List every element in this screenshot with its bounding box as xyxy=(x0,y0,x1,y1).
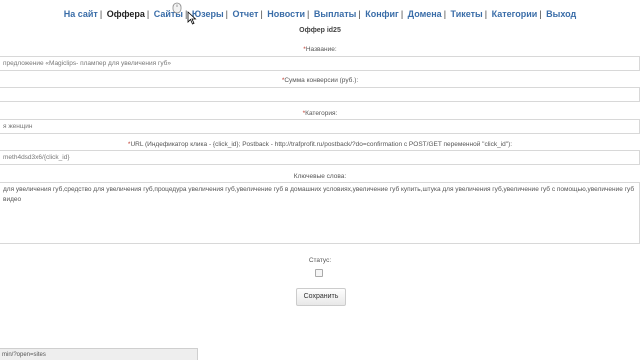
nav-link-offers[interactable]: Оффера xyxy=(107,9,145,19)
nav-separator: | xyxy=(146,9,150,19)
url-input[interactable]: meth4dsd3x6/{click_id} xyxy=(0,150,640,165)
conversion-input[interactable] xyxy=(0,87,640,102)
nav-link-report[interactable]: Отчет xyxy=(233,9,259,19)
url-label-row: *URL (Индефикатор клика - {click_id}; Po… xyxy=(0,141,640,148)
nav-link-config[interactable]: Конфиг xyxy=(365,9,399,19)
nav-separator: | xyxy=(400,9,404,19)
nav-separator: | xyxy=(260,9,263,19)
nav-separator: | xyxy=(225,9,228,19)
category-input[interactable]: я женщин xyxy=(0,119,640,134)
nav-link-payouts[interactable]: Выплаты xyxy=(314,9,356,19)
category-label-row: *Категория: xyxy=(0,110,640,117)
nav-separator: | xyxy=(99,9,103,19)
nav-link-tickets[interactable]: Тикеты xyxy=(451,9,483,19)
keywords-textarea[interactable]: для увеличения губ,средство для увеличен… xyxy=(0,182,640,244)
keywords-label: Ключевые слова: xyxy=(293,173,347,180)
status-label: Статус: xyxy=(308,257,332,264)
conversion-label-row: *Сумма конверсии (руб.): xyxy=(0,77,640,84)
save-button[interactable]: Сохранить xyxy=(296,288,346,306)
nav-separator: | xyxy=(307,9,310,19)
page-title: Оффер id25 xyxy=(299,27,341,34)
name-label: Название: xyxy=(305,46,337,53)
conversion-label: Сумма конверсии (руб.): xyxy=(284,77,359,84)
nav-separator: | xyxy=(443,9,447,19)
top-nav: На сайт | Оффера | Сайты | Юзеры | Отчет | Но… xyxy=(0,9,640,19)
nav-separator: | xyxy=(539,9,542,19)
nav-link-logout[interactable]: Выход xyxy=(546,9,576,19)
nav-link-news[interactable]: Новости xyxy=(267,9,305,19)
nav-separator: | xyxy=(484,9,488,19)
status-checkbox[interactable] xyxy=(315,269,323,277)
mouse-pointer-icon xyxy=(187,11,197,25)
nav-link-site[interactable]: На сайт xyxy=(64,9,98,19)
name-label-row: *Название: xyxy=(0,46,640,53)
browser-status-bar: min/?open=sites xyxy=(0,348,198,360)
nav-link-domains[interactable]: Домена xyxy=(408,9,442,19)
url-label: URL (Индефикатор клика - {click_id}; Pos… xyxy=(130,141,513,148)
category-label: Категория: xyxy=(305,110,338,117)
nav-link-categories[interactable]: Категории xyxy=(492,9,538,19)
name-input[interactable]: предложение «Magiclips- плампер для увел… xyxy=(0,56,640,71)
nav-separator: | xyxy=(358,9,361,19)
scroll-cursor-icon xyxy=(172,2,182,14)
